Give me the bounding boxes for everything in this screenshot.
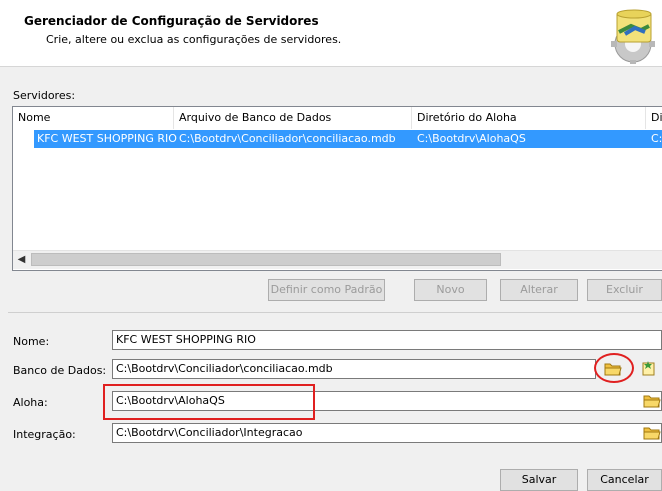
column-header-nome[interactable]: Nome [13, 107, 174, 129]
dialog-subtitle: Crie, altere ou exclua as configurações … [46, 33, 342, 46]
horizontal-scrollbar[interactable]: ◀ [13, 250, 662, 269]
dialog-title: Gerenciador de Configuração de Servidore… [24, 14, 319, 28]
browse-aloha-folder-icon[interactable] [643, 393, 661, 409]
servers-label: Servidores: [13, 89, 76, 102]
dialog-header: Gerenciador de Configuração de Servidore… [0, 8, 662, 67]
column-header-extra[interactable]: Di [646, 107, 662, 129]
database-field[interactable]: C:\Bootdrv\Conciliador\conciliacao.mdb [112, 359, 596, 379]
scroll-left-arrow-icon[interactable]: ◀ [13, 251, 30, 269]
servers-list[interactable]: Nome Arquivo de Banco de Dados Diretório… [12, 106, 662, 271]
delete-button[interactable]: Excluir [587, 279, 662, 301]
name-label: Nome: [13, 335, 50, 348]
cell-extra: C: [651, 132, 662, 145]
aloha-label: Aloha: [13, 396, 48, 409]
alter-button[interactable]: Alterar [500, 279, 578, 301]
name-field[interactable]: KFC WEST SHOPPING RIO [112, 330, 662, 350]
database-label: Banco de Dados: [13, 364, 107, 377]
column-header-diretorio[interactable]: Diretório do Aloha [412, 107, 646, 129]
cell-nome: KFC WEST SHOPPING RIO [37, 132, 177, 145]
cancel-button[interactable]: Cancelar [587, 469, 662, 491]
background-window-strip [0, 0, 662, 8]
new-database-icon[interactable] [640, 359, 658, 376]
column-header-arquivo[interactable]: Arquivo de Banco de Dados [174, 107, 412, 129]
table-row[interactable]: KFC WEST SHOPPING RIO C:\Bootdrv\Concili… [34, 130, 662, 148]
browse-integration-folder-icon[interactable] [643, 425, 661, 441]
cell-arquivo: C:\Bootdrv\Conciliador\conciliacao.mdb [179, 132, 396, 145]
set-default-button[interactable]: Definir como Padrão [268, 279, 385, 301]
highlight-aloha-rectangle [103, 384, 315, 420]
save-button[interactable]: Salvar [500, 469, 578, 491]
cell-diretorio: C:\Bootdrv\AlohaQS [417, 132, 526, 145]
integration-label: Integração: [13, 428, 76, 441]
servers-list-header: Nome Arquivo de Banco de Dados Diretório… [13, 107, 662, 129]
new-button[interactable]: Novo [414, 279, 487, 301]
scrollbar-thumb[interactable] [31, 253, 501, 266]
integration-field[interactable]: C:\Bootdrv\Conciliador\Integracao [112, 423, 662, 443]
highlight-browse-oval [594, 353, 634, 383]
server-handshake-icon [597, 8, 661, 64]
divider [8, 312, 662, 313]
